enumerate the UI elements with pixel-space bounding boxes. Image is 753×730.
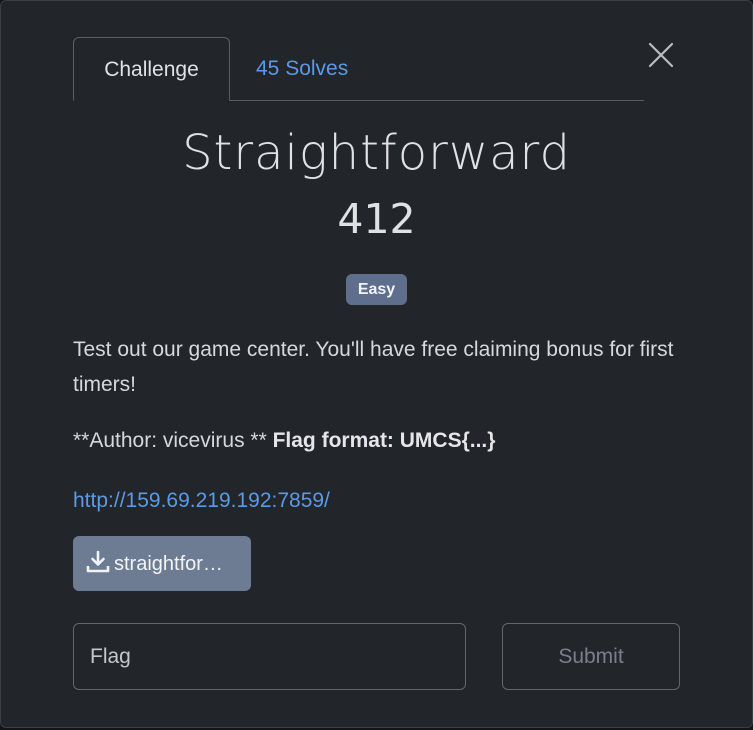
modal-tabs: Challenge 45 Solves (73, 37, 644, 101)
challenge-modal: Challenge 45 Solves Straightforward 412 … (0, 0, 753, 728)
tab-challenge[interactable]: Challenge (73, 37, 230, 101)
difficulty-badge: Easy (346, 274, 407, 305)
challenge-points: 412 (337, 195, 416, 243)
challenge-title: Straightforward (182, 125, 571, 181)
close-icon (648, 42, 674, 68)
close-button[interactable] (645, 39, 677, 71)
flag-input[interactable] (73, 623, 466, 690)
author-text: **Author: vicevirus ** (73, 429, 273, 452)
tab-solves-label: 45 Solves (256, 57, 349, 80)
file-name-label: straightfor… (114, 553, 223, 575)
flag-format-text: Flag format: UMCS{...} (272, 429, 496, 452)
author-line: **Author: vicevirus ** Flag format: UMCS… (73, 429, 495, 453)
tab-challenge-label: Challenge (104, 58, 199, 81)
challenge-description: Test out our game center. You'll have fr… (73, 338, 674, 396)
challenge-url-link[interactable]: http://159.69.219.192:7859/ (73, 489, 330, 513)
download-file-button[interactable]: straightfor… (73, 536, 251, 591)
submit-button[interactable]: Submit (502, 623, 680, 690)
tab-solves[interactable]: 45 Solves (256, 37, 348, 100)
download-icon (86, 550, 110, 573)
